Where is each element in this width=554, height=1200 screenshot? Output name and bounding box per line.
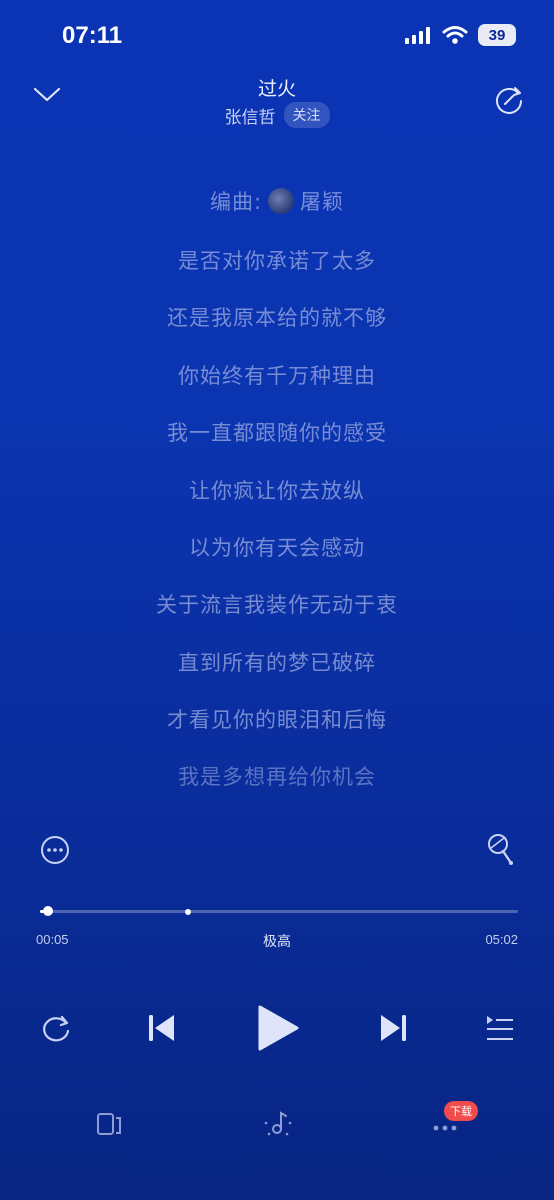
previous-button[interactable]: [147, 1012, 177, 1048]
credit-name: 屠颖: [300, 190, 345, 214]
repeat-button[interactable]: [38, 1013, 72, 1047]
lyric-credit: 编曲: 屠颖: [0, 186, 554, 216]
progress-handle[interactable]: [43, 906, 54, 916]
more-button[interactable]: [40, 835, 70, 869]
download-badge[interactable]: 下载: [444, 1101, 478, 1121]
status-time: 07:11: [62, 22, 123, 49]
karaoke-button[interactable]: [486, 833, 516, 871]
previous-icon: [149, 1015, 174, 1041]
buffer-marker: [185, 908, 192, 915]
quality-selector[interactable]: 极高: [0, 931, 554, 951]
lyric-line[interactable]: 以为你有天会感动: [0, 532, 554, 562]
share-icon: [496, 87, 522, 114]
progress-track[interactable]: [40, 910, 518, 913]
lyric-line[interactable]: 直到所有的梦已破碎: [0, 647, 554, 677]
next-button[interactable]: [378, 1012, 408, 1048]
lyric-line[interactable]: 关于流言我装作无动于衷: [0, 589, 554, 619]
status-icons: 39: [404, 24, 516, 46]
song-title: 过火: [257, 78, 296, 100]
total-time: 05:02: [485, 932, 518, 947]
play-button[interactable]: [256, 1004, 300, 1056]
next-icon: [381, 1015, 406, 1041]
wifi-icon: [442, 26, 468, 44]
avatar: [268, 188, 295, 214]
lyric-line[interactable]: 你始终有千万种理由: [0, 360, 554, 390]
sound-effect-button[interactable]: [263, 1108, 293, 1142]
more-icon: [41, 836, 69, 864]
playlist-button[interactable]: [485, 1013, 515, 1047]
play-icon: [258, 1005, 299, 1051]
lyric-line[interactable]: 是否对你承诺了太多: [0, 245, 554, 275]
music-effect-icon: [264, 1111, 292, 1136]
artist-name[interactable]: 张信哲: [225, 103, 276, 128]
repeat-icon: [43, 1015, 70, 1042]
battery-indicator: 39: [478, 24, 516, 46]
device-button[interactable]: [96, 1111, 122, 1141]
artist-row: 张信哲 关注: [0, 102, 554, 128]
device-icon: [97, 1113, 121, 1135]
credit-label: 编曲:: [209, 190, 263, 214]
playlist-icon: [487, 1016, 513, 1040]
microphone-icon: [488, 834, 513, 865]
lyric-line[interactable]: 让你疯让你去放纵: [0, 475, 554, 505]
lyric-line[interactable]: 我一直都跟随你的感受: [0, 417, 554, 447]
more-dots-icon: [433, 1125, 457, 1131]
share-button[interactable]: [493, 84, 525, 120]
signal-icon: [405, 27, 430, 44]
lyric-line[interactable]: 我是多想再给你机会: [0, 761, 554, 791]
lyric-line[interactable]: 还是我原本给的就不够: [0, 302, 554, 332]
follow-button[interactable]: 关注: [283, 102, 330, 128]
lyric-line[interactable]: 才看见你的眼泪和后悔: [0, 704, 554, 734]
